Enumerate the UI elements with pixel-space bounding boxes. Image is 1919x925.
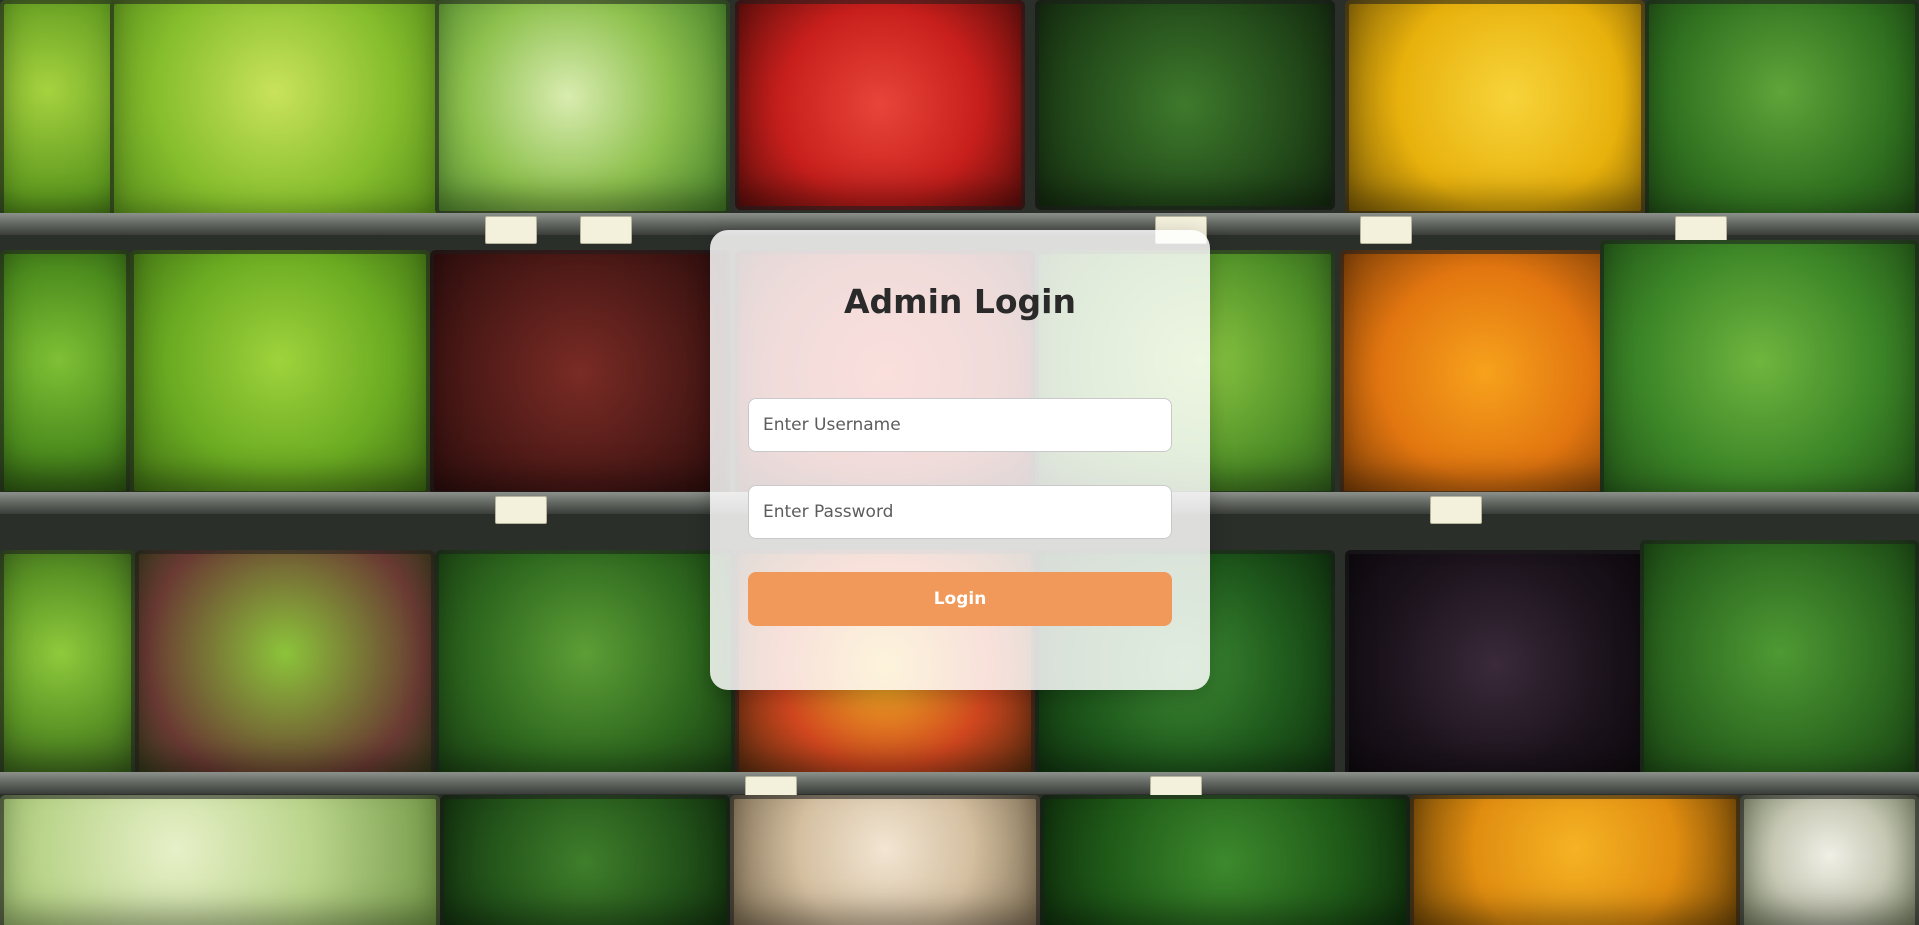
username-input[interactable] <box>748 398 1172 452</box>
page-title: Admin Login <box>844 282 1076 321</box>
password-input[interactable] <box>748 485 1172 539</box>
login-button[interactable]: Login <box>748 572 1172 626</box>
login-card: Admin Login Login <box>710 230 1210 690</box>
